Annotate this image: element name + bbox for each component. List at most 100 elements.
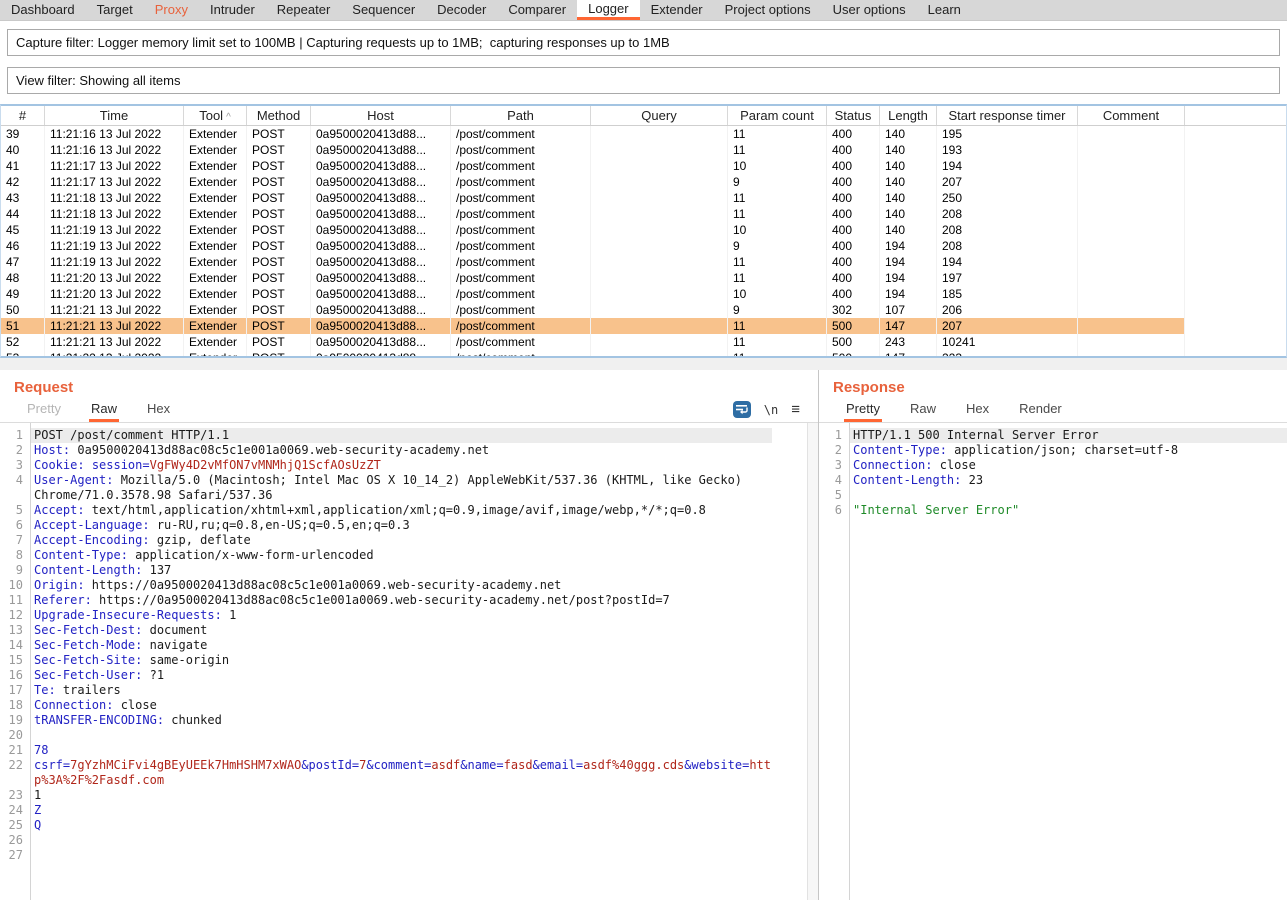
code-line: 3Connection: close [819,458,1287,473]
cell-length: 140 [880,142,937,158]
cell-host: 0a9500020413d88... [311,174,451,190]
request-editor[interactable]: 1POST /post/comment HTTP/1.12Host: 0a950… [0,423,818,900]
capture-filter-bar[interactable]: Capture filter: Logger memory limit set … [7,29,1280,56]
cell-comment [1078,190,1185,206]
menu-tab-intruder[interactable]: Intruder [199,0,266,20]
log-row-40[interactable]: 4011:21:16 13 Jul 2022ExtenderPOST0a9500… [1,142,1185,158]
cell-id: 42 [1,174,45,190]
cell-query [591,238,728,254]
cell-start-response-timer: 194 [937,254,1078,270]
tab-raw[interactable]: Raw [89,401,119,422]
cell-time: 11:21:17 13 Jul 2022 [45,174,184,190]
cell-tool: Extender [184,222,247,238]
cell-tool: Extender [184,126,247,142]
column-header--[interactable]: # [1,106,45,125]
line-number: 22 [0,758,30,788]
cell-method: POST [247,286,311,302]
menu-tab-learn[interactable]: Learn [917,0,972,20]
column-header-length[interactable]: Length [880,106,937,125]
cell-comment [1078,286,1185,302]
cell-method: POST [247,302,311,318]
tab-hex[interactable]: Hex [964,401,991,422]
tab-hex[interactable]: Hex [145,401,172,422]
cell-param-count: 10 [728,158,827,174]
column-header-host[interactable]: Host [311,106,451,125]
tab-pretty[interactable]: Pretty [844,401,882,422]
cell-method: POST [247,206,311,222]
log-row-48[interactable]: 4811:21:20 13 Jul 2022ExtenderPOST0a9500… [1,270,1185,286]
log-row-49[interactable]: 4911:21:20 13 Jul 2022ExtenderPOST0a9500… [1,286,1185,302]
line-number: 2 [819,443,849,458]
menu-tab-project-options[interactable]: Project options [714,0,822,20]
code-line: 7Accept-Encoding: gzip, deflate [0,533,818,548]
cell-start-response-timer: 185 [937,286,1078,302]
main-menubar: DashboardTargetProxyIntruderRepeaterSequ… [0,0,1287,21]
menu-tab-user-options[interactable]: User options [822,0,917,20]
column-header-tool[interactable]: Tool^ [184,106,247,125]
log-row-44[interactable]: 4411:21:18 13 Jul 2022ExtenderPOST0a9500… [1,206,1185,222]
response-editor[interactable]: 1HTTP/1.1 500 Internal Server Error2Cont… [819,423,1287,900]
menu-tab-decoder[interactable]: Decoder [426,0,497,20]
log-row-50[interactable]: 5011:21:21 13 Jul 2022ExtenderPOST0a9500… [1,302,1185,318]
log-row-52[interactable]: 5211:21:21 13 Jul 2022ExtenderPOST0a9500… [1,334,1185,350]
log-row-47[interactable]: 4711:21:19 13 Jul 2022ExtenderPOST0a9500… [1,254,1185,270]
cell-status: 400 [827,222,880,238]
editor-menu-icon[interactable]: ≡ [791,405,800,415]
show-newlines-icon[interactable]: \n [764,403,778,417]
menu-tab-comparer[interactable]: Comparer [497,0,577,20]
log-row-51[interactable]: 5111:21:21 13 Jul 2022ExtenderPOST0a9500… [1,318,1185,334]
soft-wrap-icon[interactable] [733,401,751,418]
cell-host: 0a9500020413d88... [311,222,451,238]
cell-param-count: 10 [728,286,827,302]
menu-tab-dashboard[interactable]: Dashboard [0,0,86,20]
cell-time: 11:21:19 13 Jul 2022 [45,222,184,238]
cell-query [591,222,728,238]
column-header-time[interactable]: Time [45,106,184,125]
column-header-query[interactable]: Query [591,106,728,125]
cell-tool: Extender [184,286,247,302]
column-header-method[interactable]: Method [247,106,311,125]
log-row-43[interactable]: 4311:21:18 13 Jul 2022ExtenderPOST0a9500… [1,190,1185,206]
tab-pretty[interactable]: Pretty [25,401,63,422]
cell-method: POST [247,222,311,238]
response-panel: Response PrettyRawHexRender 1HTTP/1.1 50… [819,370,1287,900]
code-line: 8Content-Type: application/x-www-form-ur… [0,548,818,563]
menu-tab-repeater[interactable]: Repeater [266,0,341,20]
menu-tab-extender[interactable]: Extender [640,0,714,20]
column-header-comment[interactable]: Comment [1078,106,1185,125]
menu-tab-logger[interactable]: Logger [577,0,639,20]
column-header-start-response-timer[interactable]: Start response timer [937,106,1078,125]
line-number: 3 [819,458,849,473]
tab-raw[interactable]: Raw [908,401,938,422]
log-row-42[interactable]: 4211:21:17 13 Jul 2022ExtenderPOST0a9500… [1,174,1185,190]
column-header-filler [1185,106,1286,125]
log-row-53[interactable]: 5311:21:22 13 Jul 2022ExtenderPOST0a9500… [1,350,1185,358]
cell-tool: Extender [184,270,247,286]
cell-path: /post/comment [451,222,591,238]
log-row-41[interactable]: 4111:21:17 13 Jul 2022ExtenderPOST0a9500… [1,158,1185,174]
menu-tab-proxy[interactable]: Proxy [144,0,199,20]
cell-time: 11:21:16 13 Jul 2022 [45,142,184,158]
menu-tab-sequencer[interactable]: Sequencer [341,0,426,20]
horizontal-splitter[interactable] [0,358,1287,370]
code-line: 5 [819,488,1287,503]
log-row-46[interactable]: 4611:21:19 13 Jul 2022ExtenderPOST0a9500… [1,238,1185,254]
code-line: 231 [0,788,818,803]
tab-render[interactable]: Render [1017,401,1064,422]
cell-status: 400 [827,158,880,174]
column-header-param-count[interactable]: Param count [728,106,827,125]
code-line: 24Z [0,803,818,818]
cell-tool: Extender [184,206,247,222]
column-header-status[interactable]: Status [827,106,880,125]
cell-status: 400 [827,238,880,254]
cell-length: 140 [880,126,937,142]
log-row-39[interactable]: 3911:21:16 13 Jul 2022ExtenderPOST0a9500… [1,126,1185,142]
cell-comment [1078,206,1185,222]
log-row-45[interactable]: 4511:21:19 13 Jul 2022ExtenderPOST0a9500… [1,222,1185,238]
code-line: 10Origin: https://0a9500020413d88ac08c5c… [0,578,818,593]
cell-param-count: 11 [728,190,827,206]
menu-tab-target[interactable]: Target [86,0,144,20]
view-filter-bar[interactable]: View filter: Showing all items [7,67,1280,94]
column-header-path[interactable]: Path [451,106,591,125]
line-number: 1 [0,428,30,443]
